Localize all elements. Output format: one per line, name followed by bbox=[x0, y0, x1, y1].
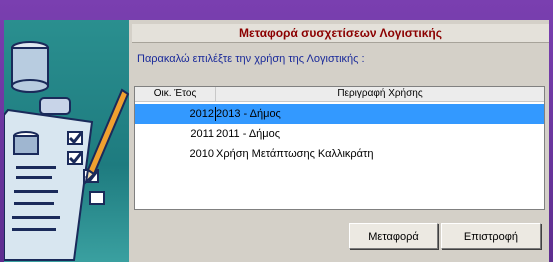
list-row[interactable]: 2011 2011 - Δήμος bbox=[135, 124, 544, 144]
row-description: Χρήση Μετάπτωσης Καλλικράτη bbox=[216, 148, 374, 160]
row-year: 2011 bbox=[190, 128, 214, 140]
column-header-year[interactable]: Οικ. Έτος bbox=[135, 87, 216, 101]
list-row[interactable]: 2012 2013 - Δήμος bbox=[135, 104, 544, 124]
fiscal-year-list[interactable]: Οικ. Έτος Περιγραφή Χρήσης 2012 2013 - Δ… bbox=[134, 86, 545, 210]
row-description: 2013 - Δήμος bbox=[216, 108, 281, 120]
column-header-description[interactable]: Περιγραφή Χρήσης bbox=[216, 87, 544, 101]
transfer-button[interactable]: Μεταφορά bbox=[349, 223, 438, 249]
return-button[interactable]: Επιστροφή bbox=[441, 223, 541, 249]
list-header: Οικ. Έτος Περιγραφή Χρήσης bbox=[135, 87, 544, 102]
row-year: 2012 bbox=[135, 104, 215, 124]
dialog-body: Μεταφορά συσχετίσεων Λογιστικής Παρακαλώ… bbox=[4, 20, 549, 262]
row-year: 2010 bbox=[189, 148, 214, 160]
list-row[interactable]: 2010 Χρήση Μετάπτωσης Καλλικράτη bbox=[135, 144, 544, 164]
clipboard-checklist-pencil-icon bbox=[4, 20, 129, 262]
selection-prompt: Παρακαλώ επιλέξτε την χρήση της Λογιστικ… bbox=[137, 53, 365, 65]
dialog-title: Μεταφορά συσχετίσεων Λογιστικής bbox=[132, 24, 549, 43]
row-description: 2011 - Δήμος bbox=[216, 128, 281, 140]
